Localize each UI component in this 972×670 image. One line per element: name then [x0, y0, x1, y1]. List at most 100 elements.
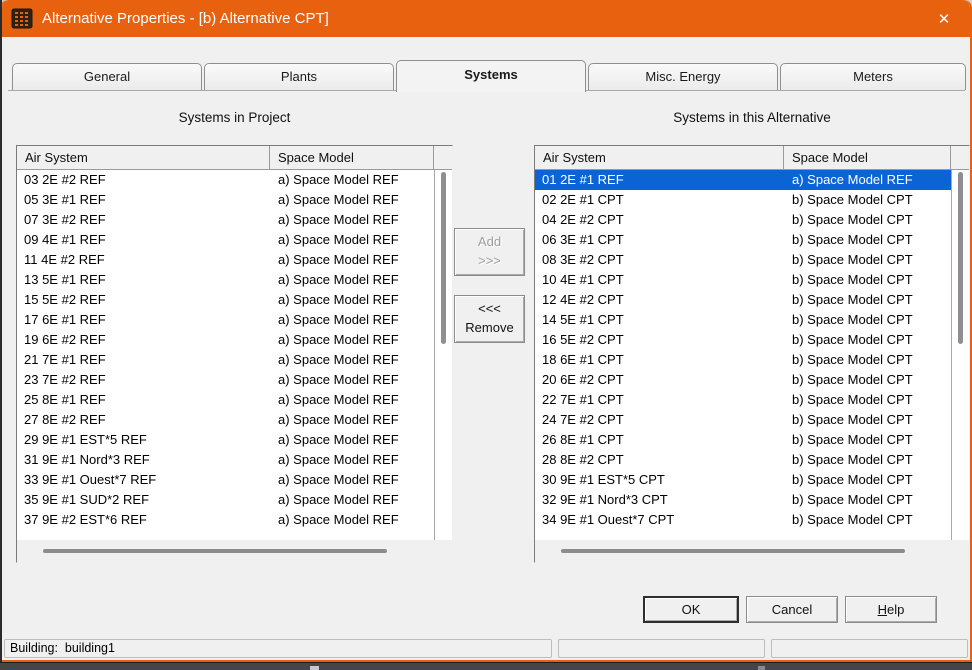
- close-button[interactable]: ✕: [924, 0, 964, 37]
- list-item[interactable]: 33 9E #1 Ouest*7 REFa) Space Model REF: [17, 470, 434, 490]
- background-window-fragment: [310, 666, 319, 670]
- space-model-cell: b) Space Model CPT: [784, 210, 951, 230]
- list-item[interactable]: 37 9E #2 EST*6 REFa) Space Model REF: [17, 510, 434, 530]
- title-bar: Alternative Properties - [b) Alternative…: [2, 0, 970, 37]
- vertical-scrollbar-thumb[interactable]: [958, 172, 963, 344]
- list-item[interactable]: 01 2E #1 REFa) Space Model REF: [535, 170, 951, 190]
- add-button[interactable]: Add >>>: [454, 228, 525, 276]
- tab-misc-energy[interactable]: Misc. Energy: [588, 63, 778, 90]
- space-model-cell: a) Space Model REF: [270, 430, 434, 450]
- tab-meters[interactable]: Meters: [780, 63, 966, 90]
- list-item[interactable]: 03 2E #2 REFa) Space Model REF: [17, 170, 434, 190]
- air-system-cell: 25 8E #1 REF: [17, 390, 270, 410]
- list-item[interactable]: 30 9E #1 EST*5 CPTb) Space Model CPT: [535, 470, 951, 490]
- list-item[interactable]: 19 6E #2 REFa) Space Model REF: [17, 330, 434, 350]
- list-item[interactable]: 25 8E #1 REFa) Space Model REF: [17, 390, 434, 410]
- air-system-cell: 24 7E #2 CPT: [535, 410, 784, 430]
- list-item[interactable]: 14 5E #1 CPTb) Space Model CPT: [535, 310, 951, 330]
- space-model-cell: b) Space Model CPT: [784, 430, 951, 450]
- space-model-cell: b) Space Model CPT: [784, 310, 951, 330]
- list-item[interactable]: 08 3E #2 CPTb) Space Model CPT: [535, 250, 951, 270]
- cancel-button-label: Cancel: [772, 602, 812, 617]
- list-item[interactable]: 31 9E #1 Nord*3 REFa) Space Model REF: [17, 450, 434, 470]
- list-item[interactable]: 05 3E #1 REFa) Space Model REF: [17, 190, 434, 210]
- list-item[interactable]: 10 4E #1 CPTb) Space Model CPT: [535, 270, 951, 290]
- list-item[interactable]: 04 2E #2 CPTb) Space Model CPT: [535, 210, 951, 230]
- list-item[interactable]: 22 7E #1 CPTb) Space Model CPT: [535, 390, 951, 410]
- list-item[interactable]: 28 8E #2 CPTb) Space Model CPT: [535, 450, 951, 470]
- list-item[interactable]: 18 6E #1 CPTb) Space Model CPT: [535, 350, 951, 370]
- list-item[interactable]: 23 7E #2 REFa) Space Model REF: [17, 370, 434, 390]
- horizontal-scrollbar-thumb[interactable]: [43, 549, 387, 553]
- list-header: Air System Space Model: [535, 146, 969, 170]
- list-item[interactable]: 26 8E #1 CPTb) Space Model CPT: [535, 430, 951, 450]
- space-model-cell: a) Space Model REF: [270, 350, 434, 370]
- help-button[interactable]: Help: [845, 596, 937, 623]
- air-system-cell: 13 5E #1 REF: [17, 270, 270, 290]
- list-item[interactable]: 11 4E #2 REFa) Space Model REF: [17, 250, 434, 270]
- status-panel-2: [558, 639, 765, 658]
- space-model-cell: b) Space Model CPT: [784, 290, 951, 310]
- list-item[interactable]: 15 5E #2 REFa) Space Model REF: [17, 290, 434, 310]
- help-button-accelerator: H: [878, 602, 887, 617]
- list-item[interactable]: 34 9E #1 Ouest*7 CPTb) Space Model CPT: [535, 510, 951, 530]
- vertical-scrollbar-thumb[interactable]: [441, 172, 446, 344]
- air-system-cell: 34 9E #1 Ouest*7 CPT: [535, 510, 784, 530]
- air-system-cell: 31 9E #1 Nord*3 REF: [17, 450, 270, 470]
- horizontal-scrollbar[interactable]: [17, 540, 452, 561]
- list-item[interactable]: 02 2E #1 CPTb) Space Model CPT: [535, 190, 951, 210]
- list-header: Air System Space Model: [17, 146, 452, 170]
- list-item[interactable]: 13 5E #1 REFa) Space Model REF: [17, 270, 434, 290]
- space-model-cell: a) Space Model REF: [270, 450, 434, 470]
- space-model-cell: b) Space Model CPT: [784, 230, 951, 250]
- space-model-cell: b) Space Model CPT: [784, 330, 951, 350]
- space-model-cell: a) Space Model REF: [270, 290, 434, 310]
- air-system-cell: 11 4E #2 REF: [17, 250, 270, 270]
- ok-button[interactable]: OK: [643, 596, 739, 623]
- column-header-space-model[interactable]: Space Model: [784, 146, 951, 169]
- air-system-cell: 32 9E #1 Nord*3 CPT: [535, 490, 784, 510]
- status-bar: Building: building1: [2, 638, 970, 660]
- background-window-fragment: [758, 666, 765, 670]
- tab-general[interactable]: General: [12, 63, 202, 90]
- list-item[interactable]: 29 9E #1 EST*5 REFa) Space Model REF: [17, 430, 434, 450]
- column-header-air-system[interactable]: Air System: [535, 146, 784, 169]
- help-button-label: elp: [887, 602, 904, 617]
- air-system-cell: 09 4E #1 REF: [17, 230, 270, 250]
- ok-button-label: OK: [682, 602, 701, 617]
- space-model-cell: a) Space Model REF: [270, 250, 434, 270]
- column-header-space-model[interactable]: Space Model: [270, 146, 434, 169]
- list-item[interactable]: 32 9E #1 Nord*3 CPTb) Space Model CPT: [535, 490, 951, 510]
- tab-plants[interactable]: Plants: [204, 63, 394, 90]
- list-item[interactable]: 21 7E #1 REFa) Space Model REF: [17, 350, 434, 370]
- cancel-button[interactable]: Cancel: [746, 596, 838, 623]
- list-item[interactable]: 07 3E #2 REFa) Space Model REF: [17, 210, 434, 230]
- list-item[interactable]: 35 9E #1 SUD*2 REFa) Space Model REF: [17, 490, 434, 510]
- list-item[interactable]: 20 6E #2 CPTb) Space Model CPT: [535, 370, 951, 390]
- air-system-cell: 04 2E #2 CPT: [535, 210, 784, 230]
- horizontal-scrollbar-thumb[interactable]: [561, 549, 905, 553]
- remove-button-label: Remove: [465, 319, 513, 338]
- space-model-cell: b) Space Model CPT: [784, 270, 951, 290]
- list-item[interactable]: 17 6E #1 REFa) Space Model REF: [17, 310, 434, 330]
- vertical-scrollbar[interactable]: [951, 170, 969, 540]
- list-item[interactable]: 24 7E #2 CPTb) Space Model CPT: [535, 410, 951, 430]
- tab-systems[interactable]: Systems: [396, 60, 586, 92]
- space-model-cell: a) Space Model REF: [784, 170, 951, 190]
- vertical-scrollbar[interactable]: [434, 170, 452, 540]
- space-model-cell: a) Space Model REF: [270, 190, 434, 210]
- space-model-cell: a) Space Model REF: [270, 390, 434, 410]
- air-system-cell: 35 9E #1 SUD*2 REF: [17, 490, 270, 510]
- list-item[interactable]: 12 4E #2 CPTb) Space Model CPT: [535, 290, 951, 310]
- list-item[interactable]: 06 3E #1 CPTb) Space Model CPT: [535, 230, 951, 250]
- horizontal-scrollbar[interactable]: [535, 540, 969, 561]
- air-system-cell: 20 6E #2 CPT: [535, 370, 784, 390]
- list-item[interactable]: 27 8E #2 REFa) Space Model REF: [17, 410, 434, 430]
- space-model-cell: b) Space Model CPT: [784, 190, 951, 210]
- space-model-cell: b) Space Model CPT: [784, 470, 951, 490]
- list-item[interactable]: 16 5E #2 CPTb) Space Model CPT: [535, 330, 951, 350]
- remove-button[interactable]: <<< Remove: [454, 295, 525, 343]
- systems-in-alternative-list: Air System Space Model 01 2E #1 REFa) Sp…: [534, 145, 970, 563]
- list-item[interactable]: 09 4E #1 REFa) Space Model REF: [17, 230, 434, 250]
- column-header-air-system[interactable]: Air System: [17, 146, 270, 169]
